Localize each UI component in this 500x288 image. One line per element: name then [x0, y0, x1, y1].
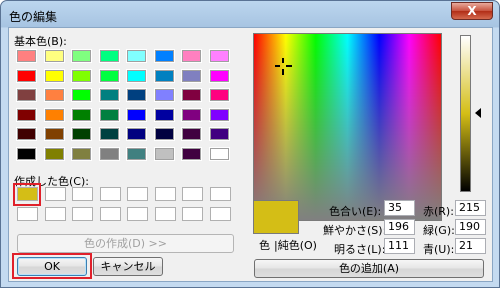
- custom-color-slot[interactable]: [72, 207, 93, 221]
- custom-color-slot[interactable]: [209, 207, 231, 221]
- blue-field[interactable]: 21: [455, 238, 486, 254]
- basic-color-swatch[interactable]: [43, 107, 65, 122]
- basic-color-swatch[interactable]: [126, 107, 147, 122]
- hue-label: 色合い(E):: [329, 205, 382, 218]
- custom-color-slot[interactable]: [209, 187, 231, 201]
- custom-color-slot[interactable]: [44, 187, 66, 201]
- custom-color-slot[interactable]: [154, 187, 176, 201]
- blue-label: 青(U):: [423, 243, 455, 256]
- saturation-field[interactable]: 196: [384, 219, 415, 235]
- green-field[interactable]: 190: [455, 219, 486, 235]
- custom-color-slot[interactable]: [127, 187, 148, 201]
- custom-color-slot[interactable]: [44, 207, 66, 221]
- basic-color-swatch[interactable]: [153, 127, 175, 141]
- custom-color-slot[interactable]: [99, 187, 121, 201]
- preview-solid-label[interactable]: |純色(O): [274, 237, 317, 253]
- dialog-title: 色の編集: [9, 10, 58, 24]
- luminance-label: 明るさ(L):: [334, 243, 386, 256]
- add-to-custom-colors-button[interactable]: 色の追加(A): [254, 259, 484, 278]
- basic-color-swatch[interactable]: [16, 146, 37, 161]
- basic-color-swatch[interactable]: [16, 49, 37, 63]
- custom-color-slot[interactable]: [99, 207, 121, 221]
- basic-color-swatch[interactable]: [208, 107, 230, 122]
- basic-color-swatch[interactable]: [16, 127, 37, 141]
- basic-color-swatch[interactable]: [43, 49, 65, 63]
- color-preview: [253, 200, 299, 234]
- basic-color-swatch[interactable]: [153, 49, 175, 63]
- basic-color-swatch[interactable]: [98, 127, 120, 141]
- basic-color-swatch[interactable]: [71, 146, 92, 161]
- basic-color-swatch[interactable]: [98, 49, 120, 63]
- dialog-client-area: 基本色(B): 作成した色(C): 色の作成(D) >> OK キャンセル 色 …: [8, 27, 493, 282]
- basic-color-swatch[interactable]: [126, 68, 147, 83]
- red-field[interactable]: 215: [455, 200, 486, 216]
- basic-colors-label: 基本色(B):: [14, 35, 67, 48]
- basic-color-swatch[interactable]: [126, 49, 147, 63]
- luminance-field[interactable]: 111: [384, 238, 415, 254]
- basic-color-swatch[interactable]: [98, 146, 120, 161]
- basic-color-swatch[interactable]: [126, 146, 147, 161]
- basic-color-swatch[interactable]: [126, 127, 147, 141]
- basic-color-swatch[interactable]: [16, 88, 37, 102]
- basic-color-swatch[interactable]: [43, 68, 65, 83]
- custom-color-slot[interactable]: [182, 187, 203, 201]
- preview-color-label: 色: [259, 239, 270, 252]
- basic-color-swatch[interactable]: [98, 88, 120, 102]
- basic-color-swatch[interactable]: [153, 68, 175, 83]
- basic-color-swatch[interactable]: [71, 107, 92, 122]
- custom-color-slot[interactable]: [127, 207, 148, 221]
- hue-field[interactable]: 35: [384, 200, 415, 216]
- basic-color-swatch[interactable]: [181, 49, 202, 63]
- basic-color-swatch[interactable]: [208, 68, 230, 83]
- custom-color-slot[interactable]: [182, 207, 203, 221]
- close-button[interactable]: X: [451, 2, 493, 20]
- basic-color-swatch[interactable]: [43, 88, 65, 102]
- cancel-button[interactable]: キャンセル: [93, 257, 163, 276]
- basic-color-swatch[interactable]: [43, 146, 65, 161]
- luminance-arrow-icon[interactable]: [475, 108, 481, 118]
- custom-color-slot[interactable]: [154, 207, 176, 221]
- saturation-label: 鮮やかさ(S):: [323, 224, 387, 237]
- luminance-slider[interactable]: [460, 35, 471, 192]
- basic-color-swatch[interactable]: [126, 88, 147, 102]
- basic-color-swatch[interactable]: [71, 49, 92, 63]
- basic-color-swatch[interactable]: [16, 68, 37, 83]
- basic-color-swatch[interactable]: [153, 88, 175, 102]
- basic-color-swatch[interactable]: [181, 68, 202, 83]
- color-spectrum[interactable]: [253, 33, 442, 221]
- basic-color-swatch[interactable]: [98, 68, 120, 83]
- title-bar: 色の編集 X: [1, 1, 499, 29]
- basic-color-swatch[interactable]: [153, 107, 175, 122]
- green-label: 緑(G):: [423, 224, 455, 237]
- basic-color-swatch[interactable]: [71, 127, 92, 141]
- basic-color-swatch[interactable]: [71, 88, 92, 102]
- basic-color-swatch[interactable]: [181, 88, 202, 102]
- crosshair-icon: [275, 58, 292, 75]
- define-custom-colors-button[interactable]: 色の作成(D) >>: [17, 234, 234, 253]
- basic-color-swatch[interactable]: [43, 127, 65, 141]
- basic-color-swatch[interactable]: [208, 49, 230, 63]
- basic-color-swatch[interactable]: [208, 127, 230, 141]
- basic-color-swatch[interactable]: [181, 146, 202, 161]
- basic-color-swatch[interactable]: [98, 107, 120, 122]
- custom-color-highlight: [13, 183, 41, 206]
- basic-color-swatch[interactable]: [71, 68, 92, 83]
- basic-color-swatch[interactable]: [208, 146, 230, 161]
- ok-button[interactable]: OK: [17, 257, 87, 276]
- basic-color-swatch[interactable]: [16, 107, 37, 122]
- custom-color-slot[interactable]: [17, 207, 38, 221]
- custom-color-slot[interactable]: [72, 187, 93, 201]
- basic-color-swatch[interactable]: [153, 146, 175, 161]
- color-dialog-window: 色の編集 X 基本色(B): 作成した色(C): 色の作成(D) >> OK キ…: [0, 0, 500, 288]
- red-label: 赤(R):: [423, 205, 454, 218]
- basic-color-swatch[interactable]: [181, 127, 202, 141]
- basic-color-swatch[interactable]: [181, 107, 202, 122]
- basic-color-swatch[interactable]: [208, 88, 230, 102]
